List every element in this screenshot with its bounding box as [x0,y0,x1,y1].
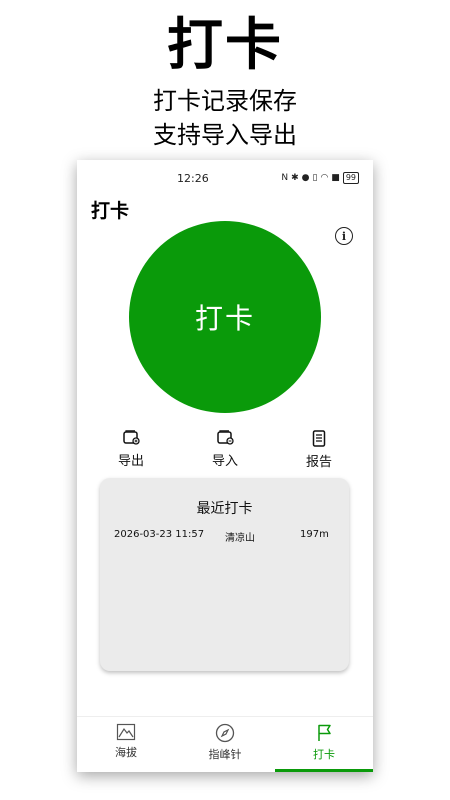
mountain-icon [116,723,136,741]
record-time: 2026-03-23 11:57 [114,529,205,540]
vibrate-icon: ▯ [312,173,318,183]
promo-subtitle-line2: 支持导入导出 [153,121,297,149]
export-wallet-icon [123,430,140,445]
report-label: 报告 [305,455,332,470]
nav-label-checkin: 打卡 [313,748,335,761]
import-wallet-icon [217,430,234,445]
nav-label-altitude: 海拔 [115,746,137,759]
status-bar: 12:26 N ✱ ● ▯ ◠ ■ 99 [77,160,373,196]
battery-icon: 99 [342,172,359,184]
promo-subtitle-line1: 打卡记录保存 [153,87,297,115]
bottom-nav: 海拔 指峰针 打卡 [77,716,373,772]
report-button[interactable]: 报告 [289,430,349,470]
nfc-icon: N [281,173,289,183]
nav-item-checkin[interactable]: 打卡 [275,723,373,762]
checkin-button[interactable]: 打卡 [129,221,321,413]
import-label: 导入 [211,454,238,469]
nav-item-compass[interactable]: 指峰针 [176,723,274,762]
status-time: 12:26 [177,172,209,185]
recent-title: 最近打卡 [196,501,253,517]
record-altitude: 197m [300,529,329,540]
report-document-icon [312,430,326,447]
status-icons: N ✱ ● ▯ ◠ ■ 99 [281,172,359,184]
export-button[interactable]: 导出 [101,430,161,469]
compass-icon [215,723,235,743]
export-label: 导出 [117,454,144,469]
bluetooth-icon: ✱ [291,173,299,183]
promo-title: 打卡 [167,13,283,78]
phone-screen: 12:26 N ✱ ● ▯ ◠ ■ 99 打卡 i 打卡 导出 导入 报告 最近… [77,160,373,772]
import-button[interactable]: 导入 [195,430,255,469]
wifi-icon: ◠ [320,173,329,183]
flag-icon [318,724,331,741]
info-icon[interactable]: i [335,227,353,245]
location-icon: ● [301,173,310,183]
nav-item-altitude[interactable]: 海拔 [77,723,175,760]
active-tab-indicator [275,769,373,772]
action-row: 导出 导入 报告 [77,430,373,474]
record-place: 清凉山 [225,533,255,544]
nav-label-compass: 指峰针 [208,748,242,761]
sim-icon: ■ [331,173,340,183]
recent-checkins-card: 最近打卡 2026-03-23 11:57 清凉山 197m [100,478,349,671]
app-title: 打卡 [91,200,130,222]
